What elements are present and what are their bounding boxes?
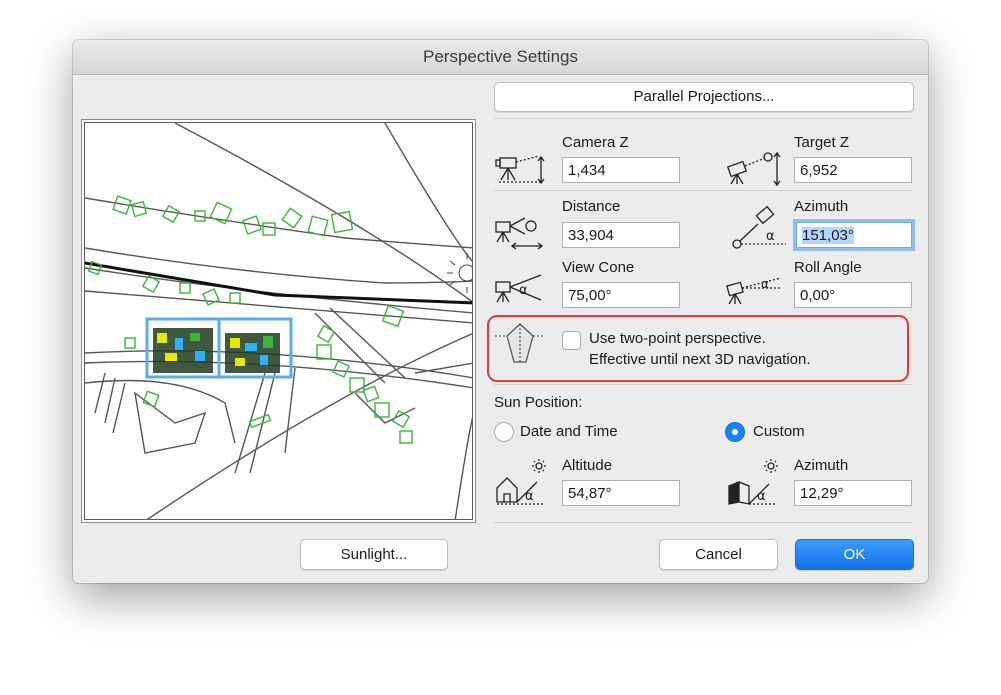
camera-z-field[interactable]: 1,434 [562,157,680,183]
svg-text:α: α [766,229,775,244]
window-title: Perspective Settings [73,40,928,75]
distance-label: Distance [562,198,621,215]
parallel-projections-button[interactable]: Parallel Projections... [494,82,914,112]
roll-angle-label: Roll Angle [794,259,862,276]
target-z-icon [725,150,783,193]
azimuth-label: Azimuth [794,198,849,215]
separator [494,190,912,191]
date-and-time-label[interactable]: Date and Time [520,423,618,440]
camera-z-label: Camera Z [562,134,629,151]
two-point-checkbox[interactable] [562,331,581,350]
separator [494,522,912,523]
sun-altitude-label: Altitude [562,457,613,474]
sun-altitude-icon: α [493,458,549,513]
target-z-field[interactable]: 6,952 [794,157,912,183]
two-point-label-line2: Effective until next 3D navigation. [589,351,811,368]
svg-text:α: α [761,277,769,291]
view-cone-label: View Cone [562,259,635,276]
plan-preview[interactable] [81,119,476,523]
site-plan-drawing [85,123,472,519]
two-point-perspective-icon [493,322,547,373]
view-cone-field[interactable]: 75,00° [562,282,680,308]
distance-field[interactable]: 33,904 [562,222,680,248]
azimuth-field[interactable]: 151,03° [796,222,912,248]
azimuth-icon: α [728,202,788,257]
sun-position-heading: Sun Position: [494,394,583,411]
distance-icon [493,212,548,257]
custom-radio[interactable] [725,422,745,442]
azimuth-field-value: 151,03° [802,227,854,244]
target-z-label: Target Z [794,134,850,151]
roll-angle-field[interactable]: 0,00° [794,282,912,308]
date-and-time-radio[interactable] [494,422,514,442]
camera-z-icon [493,152,548,191]
sun-altitude-field[interactable]: 54,87° [562,480,680,506]
two-point-highlight [487,315,909,382]
custom-label[interactable]: Custom [753,423,805,440]
two-point-label-line1: Use two-point perspective. [589,330,766,347]
separator [494,118,912,119]
separator [494,384,912,385]
roll-angle-icon: α [725,272,783,313]
svg-text:α: α [525,489,534,504]
sun-azimuth-icon: α [725,458,781,513]
svg-text:α: α [757,489,766,504]
perspective-settings-dialog: Perspective Settings Parallel Projection… [73,40,928,583]
sun-azimuth-label: Azimuth [794,457,849,474]
view-cone-icon: α [493,272,548,313]
sun-azimuth-field[interactable]: 12,29° [794,480,912,506]
cancel-button[interactable]: Cancel [659,539,778,570]
sunlight-button[interactable]: Sunlight... [300,539,448,570]
ok-button[interactable]: OK [795,539,914,570]
svg-text:α: α [519,283,528,298]
